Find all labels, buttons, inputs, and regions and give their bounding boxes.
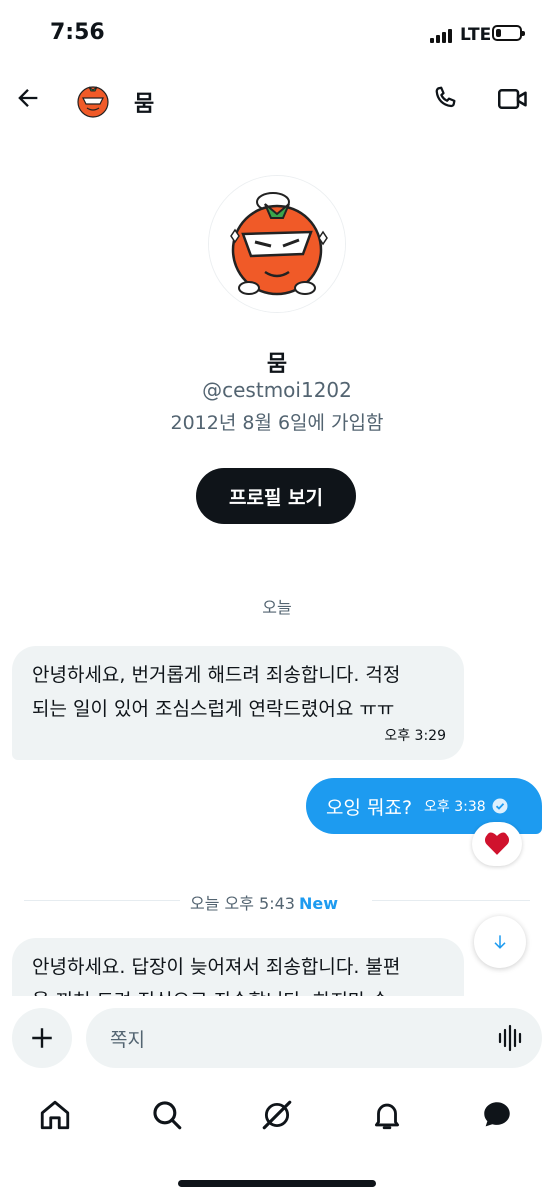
add-media-button[interactable]: [12, 1008, 72, 1068]
battery-icon: [492, 25, 525, 41]
header-avatar[interactable]: [72, 78, 114, 120]
message-line: 되는 일이 있어 조심스럽게 연락드렸어요 ㅠㅠ: [32, 698, 395, 720]
scroll-to-bottom-button[interactable]: [474, 916, 526, 968]
profile-avatar[interactable]: [208, 175, 346, 313]
heart-icon: [484, 832, 510, 855]
network-label: LTE: [460, 25, 492, 45]
new-badge: New: [298, 894, 339, 913]
incoming-message[interactable]: 안녕하세요. 답장이 늦어져서 죄송합니다. 불편 을 끼쳐 드려 진심으로 죄…: [12, 938, 464, 996]
back-arrow-icon[interactable]: [14, 84, 42, 112]
bell-icon[interactable]: [370, 1098, 404, 1132]
new-messages-separator: 오늘 오후 5:43 New: [190, 890, 338, 914]
profile-name: 뭄: [266, 352, 288, 377]
divider: [24, 900, 180, 901]
message-time: 오후 3:38: [424, 799, 486, 815]
profile-joined-date: 2012년 8월 6일에 가입함: [170, 412, 384, 434]
message-input-placeholder: 쪽지: [110, 1028, 145, 1051]
message-line: 안녕하세요, 번거롭게 해드려 죄송합니다. 걱정: [32, 664, 401, 686]
message-clip: 안녕하세요. 답장이 늦어져서 죄송합니다. 불편 을 끼쳐 드려 진심으로 죄…: [0, 936, 554, 996]
home-icon[interactable]: [38, 1098, 72, 1132]
video-call-icon[interactable]: [496, 84, 530, 114]
signal-icon: [430, 29, 456, 43]
plus-icon: [32, 1028, 52, 1048]
home-indicator: [178, 1180, 376, 1187]
phone-icon[interactable]: [430, 84, 460, 114]
search-icon[interactable]: [150, 1098, 184, 1132]
view-profile-button[interactable]: 프로필 보기: [196, 468, 356, 524]
status-time: 7:56: [50, 20, 105, 45]
voice-message-icon[interactable]: [494, 1022, 526, 1054]
divider: [372, 900, 530, 901]
messages-icon[interactable]: [480, 1098, 514, 1132]
incoming-message[interactable]: 안녕하세요, 번거롭게 해드려 죄송합니다. 걱정 되는 일이 있어 조심스럽게…: [12, 646, 464, 760]
profile-handle: @cestmoi1202: [202, 378, 352, 402]
heart-reaction[interactable]: [472, 822, 522, 866]
new-separator-label: 오늘 오후 5:43: [190, 894, 295, 913]
date-separator: 오늘: [262, 598, 292, 617]
grok-icon[interactable]: [260, 1098, 294, 1132]
read-check-icon: [492, 798, 508, 814]
message-line: 을 끼쳐 드려 진심으로 죄송합니다. 하지만 숭: [32, 984, 446, 996]
message-line: 안녕하세요. 답장이 늦어져서 죄송합니다. 불편: [32, 956, 401, 978]
message-input[interactable]: 쪽지: [86, 1008, 542, 1068]
message-text: 오잉 뭐죠?: [326, 796, 413, 819]
header-name[interactable]: 뭄: [134, 86, 154, 118]
arrow-down-icon: [494, 935, 506, 949]
message-time: 오후 3:29: [384, 728, 446, 744]
